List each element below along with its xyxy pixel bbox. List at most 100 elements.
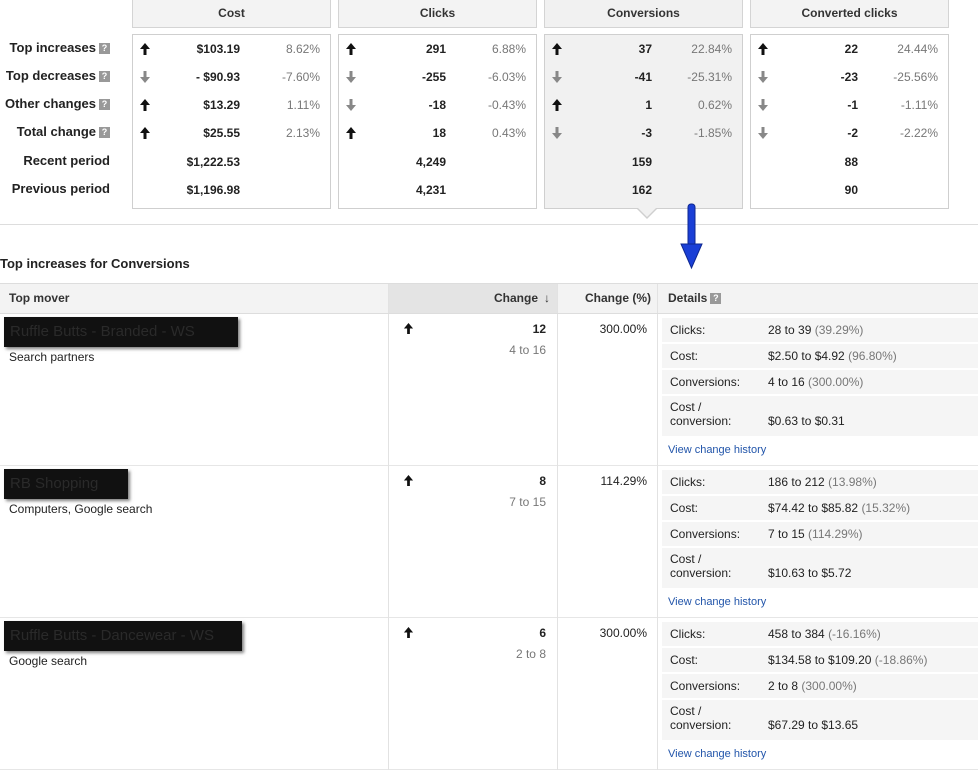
detail-row: Cost / conversion: $10.63 to $5.72 — [662, 548, 978, 588]
row-label-previous-period: Previous period — [11, 181, 110, 196]
detail-row: Conversions: 2 to 8 (300.00%) — [662, 674, 978, 698]
arrow-up-icon — [345, 43, 357, 55]
arrow-up-icon — [403, 627, 414, 641]
column-header[interactable]: Clicks — [338, 0, 537, 28]
column-body: 22 24.44% -23 -25.56% -1 -1.11% -2 -2.22% 88 90 — [750, 34, 949, 209]
change-value: 12 — [532, 322, 546, 336]
summary-column[interactable]: Cost $103.19 8.62% - $90.93 -7.60% $13.29 1.11… — [132, 0, 331, 209]
arrow-down-icon — [345, 99, 357, 111]
arrow-down-icon — [757, 127, 769, 139]
row-label-other-changes: Other changes? — [5, 96, 110, 111]
arrow-down-icon — [345, 71, 357, 83]
view-change-history-link[interactable]: View change history — [668, 748, 766, 760]
metric-value: $103.19 — [196, 42, 240, 56]
metric-value: 18 — [432, 126, 446, 140]
arrow-up-icon — [139, 99, 151, 111]
detail-label: Cost / conversion: — [670, 400, 732, 428]
column-header[interactable]: Conversions — [544, 0, 743, 28]
help-icon[interactable]: ? — [99, 127, 110, 138]
metric-percent: -2.22% — [899, 126, 938, 140]
col-divider — [557, 618, 558, 770]
detail-value: $10.63 to $5.72 — [768, 566, 852, 580]
help-icon[interactable]: ? — [99, 99, 110, 110]
col-divider — [657, 466, 658, 618]
summary-column[interactable]: Clicks 291 6.88% -255 -6.03% -18 -0.43% 18 0.43%… — [338, 0, 537, 209]
metric-value: -2 — [847, 126, 858, 140]
detail-row: Clicks: 186 to 212 (13.98%) — [662, 470, 978, 494]
metric-percent: -7.60% — [281, 70, 320, 84]
detail-value: $0.63 to $0.31 — [768, 414, 845, 428]
detail-row: Cost / conversion: $0.63 to $0.31 — [662, 396, 978, 436]
header-change[interactable]: Change ↓ — [494, 284, 550, 313]
metric-percent: -25.31% — [687, 70, 732, 84]
detail-row: Conversions: 7 to 15 (114.29%) — [662, 522, 978, 546]
change-range: 7 to 15 — [509, 495, 546, 509]
view-change-history-link[interactable]: View change history — [668, 596, 766, 608]
recent-period-value: 159 — [631, 155, 652, 169]
metric-percent: -1.11% — [900, 98, 938, 112]
change-range: 2 to 8 — [515, 647, 546, 661]
col-divider — [557, 284, 558, 313]
detail-label: Cost: — [670, 501, 699, 515]
arrow-up-icon — [139, 43, 151, 55]
column-header[interactable]: Cost — [132, 0, 331, 28]
column-body: 291 6.88% -255 -6.03% -18 -0.43% 18 0.43% 4,249 4… — [338, 34, 537, 209]
detail-label: Cost: — [670, 349, 699, 363]
section-title: Top increases for Conversions — [0, 256, 190, 271]
col-divider — [388, 466, 389, 618]
help-icon[interactable]: ? — [99, 71, 110, 82]
arrow-down-icon — [757, 99, 769, 111]
detail-label: Conversions: — [670, 527, 741, 541]
previous-period-value: 4,231 — [415, 183, 446, 197]
help-icon[interactable]: ? — [710, 293, 722, 304]
arrow-up-icon — [403, 323, 414, 337]
previous-period-value: $1,196.98 — [186, 183, 240, 197]
redacted-campaign-name[interactable]: RB Shopping — [4, 469, 128, 499]
row-label-top-increases: Top increases? — [10, 40, 110, 55]
header-top-mover[interactable]: Top mover — [9, 284, 69, 313]
metric-value: 37 — [638, 42, 652, 56]
arrow-down-icon — [551, 71, 563, 83]
mover-subtitle: Search partners — [9, 350, 95, 364]
redacted-campaign-name[interactable]: Ruffle Butts - Dancewear - WS — [4, 621, 242, 651]
detail-value: $74.42 to $85.82 (15.32%) — [768, 501, 911, 515]
col-divider — [657, 618, 658, 770]
metric-percent: -1.85% — [693, 126, 732, 140]
arrow-down-icon — [551, 127, 563, 139]
table-row: Ruffle Butts - Dancewear - WS Google sear… — [0, 618, 978, 770]
column-header[interactable]: Converted clicks — [750, 0, 949, 28]
detail-value: 458 to 384 (-16.16%) — [768, 627, 881, 641]
change-percent: 300.00% — [599, 322, 647, 336]
col-divider — [557, 314, 558, 466]
change-percent: 300.00% — [599, 626, 647, 640]
detail-row: Conversions: 4 to 16 (300.00%) — [662, 370, 978, 394]
detail-row: Clicks: 458 to 384 (-16.16%) — [662, 622, 978, 646]
detail-value: 28 to 39 (39.29%) — [768, 323, 864, 337]
summary-column[interactable]: Conversions 37 22.84% -41 -25.31% 1 0.62% -3 -1.… — [544, 0, 743, 209]
col-divider — [388, 284, 389, 313]
column-body: 37 22.84% -41 -25.31% 1 0.62% -3 -1.85% 159 162 — [544, 34, 743, 209]
arrow-up-icon — [551, 99, 563, 111]
detail-value: 7 to 15 (114.29%) — [768, 527, 863, 541]
summary-column[interactable]: Converted clicks 22 24.44% -23 -25.56% -1 -1.1… — [750, 0, 949, 209]
detail-label: Cost / conversion: — [670, 704, 732, 732]
sort-down-arrow-icon: ↓ — [544, 291, 551, 305]
detail-row: Cost / conversion: $67.29 to $13.65 — [662, 700, 978, 740]
col-divider — [657, 314, 658, 466]
metric-value: 22 — [844, 42, 858, 56]
metric-value: $13.29 — [203, 98, 240, 112]
detail-row: Cost: $2.50 to $4.92 (96.80%) — [662, 344, 978, 368]
metric-percent: -0.43% — [487, 98, 526, 112]
metric-percent: -6.03% — [487, 70, 526, 84]
metric-value: -3 — [641, 126, 652, 140]
metric-value: 1 — [645, 98, 652, 112]
view-change-history-link[interactable]: View change history — [668, 444, 766, 456]
table-row: Ruffle Butts - Branded - WS Search partne… — [0, 314, 978, 466]
help-icon[interactable]: ? — [99, 43, 110, 54]
metric-percent: 24.44% — [897, 42, 938, 56]
arrow-up-icon — [551, 43, 563, 55]
col-divider — [557, 466, 558, 618]
redacted-campaign-name[interactable]: Ruffle Butts - Branded - WS — [4, 317, 238, 347]
metric-value: -255 — [421, 70, 446, 84]
header-change-pct[interactable]: Change (%) — [585, 284, 651, 313]
